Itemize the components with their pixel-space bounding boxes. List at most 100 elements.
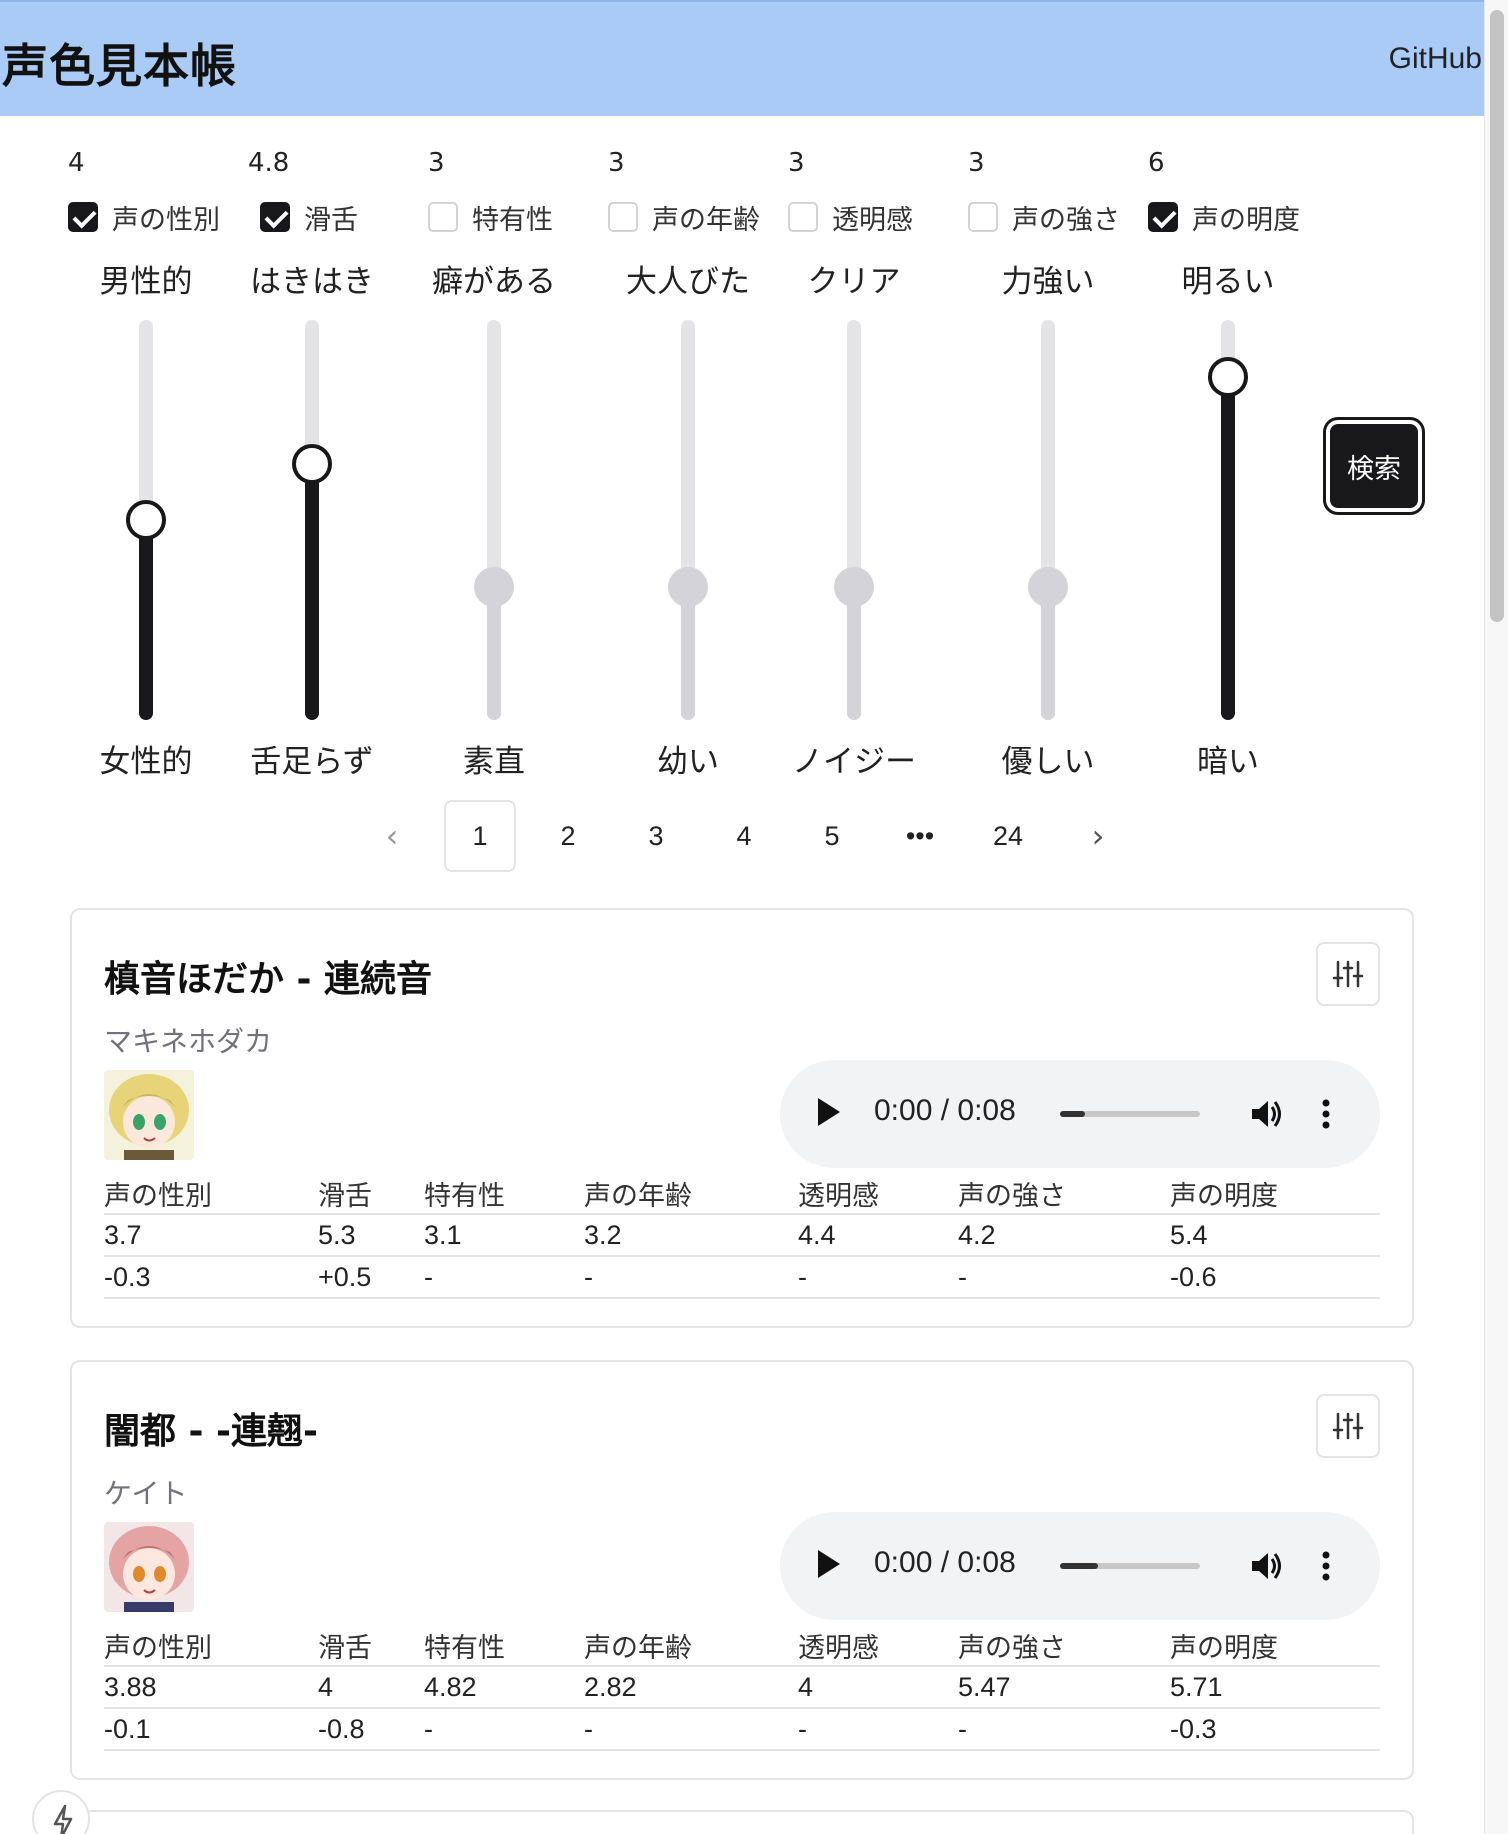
checkbox-box[interactable] bbox=[788, 202, 818, 232]
page-5[interactable]: 5 bbox=[812, 800, 852, 872]
bolt-icon bbox=[53, 1804, 73, 1834]
card-kana: ケイト bbox=[104, 1477, 188, 1510]
slider-fill bbox=[1221, 377, 1235, 720]
checkbox-fluency[interactable]: 滑舌 bbox=[260, 200, 358, 236]
checkbox-label: 声の明度 bbox=[1192, 204, 1300, 236]
stats-header: 特有性 bbox=[424, 1174, 584, 1215]
checkbox-gender[interactable]: 声の性別 bbox=[68, 200, 220, 236]
checkbox-box[interactable] bbox=[608, 202, 638, 232]
stat-value: 4.4 bbox=[798, 1214, 958, 1257]
bolt-button[interactable] bbox=[32, 1790, 90, 1834]
apply-values-button[interactable] bbox=[1316, 1394, 1380, 1458]
slider-track[interactable] bbox=[305, 320, 319, 720]
checkbox-box[interactable] bbox=[68, 202, 98, 232]
slider-track[interactable] bbox=[487, 320, 501, 720]
slider-bottom-label: ノイジー bbox=[792, 744, 916, 780]
stat-diff: -0.8 bbox=[318, 1708, 424, 1751]
audio-progress[interactable] bbox=[1060, 1111, 1200, 1117]
more-vert-icon[interactable] bbox=[1320, 1546, 1332, 1586]
audio-player[interactable]: 0:00 / 0:08 bbox=[780, 1060, 1380, 1168]
checkbox-label: 透明感 bbox=[832, 204, 913, 236]
play-icon[interactable] bbox=[818, 1550, 840, 1578]
search-button[interactable]: 検索 bbox=[1323, 417, 1425, 515]
slider-thumb[interactable] bbox=[834, 567, 874, 607]
stats-header: 声の明度 bbox=[1170, 1626, 1380, 1667]
scrollbar[interactable] bbox=[1484, 0, 1508, 1834]
stats-diff-row: -0.3 +0.5- - - - -0.6 bbox=[104, 1256, 1380, 1299]
page-24[interactable]: 24 bbox=[988, 800, 1028, 872]
stat-value: 5.47 bbox=[958, 1666, 1170, 1709]
stats-header: 声の年齢 bbox=[584, 1174, 798, 1215]
stats-header: 声の強さ bbox=[958, 1174, 1170, 1215]
slider-value: 6 bbox=[1148, 148, 1165, 178]
stats-header: 透明感 bbox=[798, 1626, 958, 1667]
slider-bottom-label: 女性的 bbox=[99, 744, 193, 780]
sliders-icon bbox=[1332, 1412, 1364, 1440]
stat-diff: - bbox=[798, 1708, 958, 1751]
stat-diff: -0.1 bbox=[104, 1708, 318, 1751]
slider-track[interactable] bbox=[681, 320, 695, 720]
slider-top-label: 癖がある bbox=[432, 264, 556, 300]
slider-value: 4.8 bbox=[248, 148, 290, 178]
checkbox-box[interactable] bbox=[968, 202, 998, 232]
pagination-ellipsis: ••• bbox=[905, 821, 935, 851]
page-4[interactable]: 4 bbox=[724, 800, 764, 872]
audio-progress[interactable] bbox=[1060, 1563, 1200, 1569]
play-icon[interactable] bbox=[818, 1098, 840, 1126]
checkbox-label: 声の年齢 bbox=[652, 204, 760, 236]
slider-track[interactable] bbox=[1041, 320, 1055, 720]
voice-card: 闇都 - -連翹- ケイト 0:00 / 0:08 声の性別 滑舌 特有性 声の年齢 透明感声… bbox=[70, 1360, 1414, 1780]
stat-diff: -0.3 bbox=[1170, 1708, 1380, 1751]
checkbox-label: 特有性 bbox=[472, 204, 553, 236]
slider-thumb[interactable] bbox=[1208, 357, 1248, 397]
next-page-icon[interactable]: › bbox=[1078, 800, 1118, 872]
audio-progress-fill bbox=[1060, 1111, 1086, 1117]
apply-values-button[interactable] bbox=[1316, 942, 1380, 1006]
volume-icon[interactable] bbox=[1246, 1094, 1286, 1134]
checkbox-strength[interactable]: 声の強さ bbox=[968, 200, 1120, 236]
page-1[interactable]: 1 bbox=[444, 800, 516, 872]
sliders-icon bbox=[1332, 960, 1364, 988]
checkbox-label: 声の性別 bbox=[112, 204, 220, 236]
checkbox-box[interactable] bbox=[260, 202, 290, 232]
stats-header: 特有性 bbox=[424, 1626, 584, 1667]
stat-value: 2.82 bbox=[584, 1666, 798, 1709]
audio-player[interactable]: 0:00 / 0:08 bbox=[780, 1512, 1380, 1620]
slider-bottom-label: 素直 bbox=[463, 744, 525, 780]
stats-header-row: 声の性別 滑舌 特有性 声の年齢 透明感 声の強さ 声の明度 bbox=[104, 1174, 1380, 1215]
github-link[interactable]: GitHub bbox=[1389, 42, 1482, 76]
slider-value: 3 bbox=[788, 148, 805, 178]
prev-page-icon[interactable]: ‹ bbox=[372, 800, 412, 872]
stats-header: 声の年齢 bbox=[584, 1626, 798, 1667]
page-3[interactable]: 3 bbox=[636, 800, 676, 872]
audio-time: 0:00 / 0:08 bbox=[874, 1094, 1016, 1127]
slider-value: 3 bbox=[968, 148, 985, 178]
checkbox-clarity[interactable]: 透明感 bbox=[788, 200, 913, 236]
voice-avatar bbox=[104, 1522, 194, 1612]
stat-diff: - bbox=[424, 1256, 584, 1299]
card-kana: マキネホダカ bbox=[104, 1025, 273, 1058]
slider-thumb[interactable] bbox=[474, 567, 514, 607]
slider-thumb[interactable] bbox=[126, 500, 166, 540]
checkbox-box[interactable] bbox=[1148, 202, 1178, 232]
checkbox-box[interactable] bbox=[428, 202, 458, 232]
voice-avatar bbox=[104, 1070, 194, 1160]
slider-thumb[interactable] bbox=[292, 444, 332, 484]
volume-icon[interactable] bbox=[1246, 1546, 1286, 1586]
stat-value: 5.3 bbox=[318, 1214, 424, 1257]
checkbox-age[interactable]: 声の年齢 bbox=[608, 200, 760, 236]
page-2[interactable]: 2 bbox=[548, 800, 588, 872]
more-vert-icon[interactable] bbox=[1320, 1094, 1332, 1134]
slider-track[interactable] bbox=[847, 320, 861, 720]
slider-thumb[interactable] bbox=[668, 567, 708, 607]
scrollbar-thumb[interactable] bbox=[1490, 10, 1504, 622]
stat-value: 3.2 bbox=[584, 1214, 798, 1257]
slider-thumb[interactable] bbox=[1028, 567, 1068, 607]
stats-header: 声の強さ bbox=[958, 1626, 1170, 1667]
stats-header: 滑舌 bbox=[318, 1174, 424, 1215]
checkbox-brightness[interactable]: 声の明度 bbox=[1148, 200, 1300, 236]
slider-fill bbox=[305, 464, 319, 720]
stats-header: 滑舌 bbox=[318, 1626, 424, 1667]
stats-values-row: 3.7 5.3 3.1 3.2 4.4 4.2 5.4 bbox=[104, 1214, 1380, 1257]
checkbox-uniqueness[interactable]: 特有性 bbox=[428, 200, 553, 236]
